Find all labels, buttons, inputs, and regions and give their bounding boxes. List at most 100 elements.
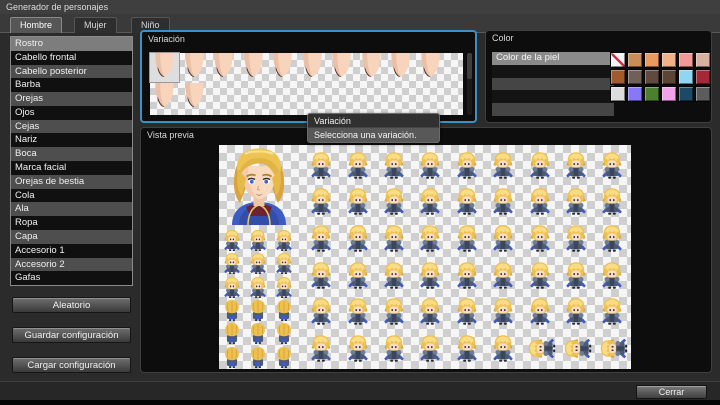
swatch-taupe[interactable]	[627, 69, 643, 85]
battler-sprite	[521, 184, 557, 221]
category-item[interactable]: Cabello frontal	[11, 50, 132, 65]
variation-thumb[interactable]	[180, 83, 209, 112]
category-item[interactable]: Cabello posterior	[11, 64, 132, 79]
battler-sprite	[449, 184, 485, 221]
battler-sprite	[303, 330, 339, 367]
category-item[interactable]: Accesorio 1	[11, 243, 132, 258]
tab-hombre[interactable]: Hombre	[10, 17, 63, 33]
swatch-umber[interactable]	[661, 69, 677, 85]
walk-sprite	[245, 345, 271, 368]
category-item[interactable]: Cola	[11, 188, 132, 203]
swatch-pink-lavender[interactable]	[661, 86, 677, 102]
variation-thumb[interactable]	[416, 53, 445, 82]
variation-thumb[interactable]	[209, 53, 238, 82]
battler-sprite	[412, 220, 448, 257]
variation-thumb[interactable]	[150, 83, 179, 112]
battler-sprite	[449, 147, 485, 184]
load-config-button[interactable]: Cargar configuración	[12, 357, 131, 373]
battler-sprite	[594, 257, 630, 294]
walk-sprite	[271, 252, 297, 275]
battler-sprite	[412, 184, 448, 221]
variation-thumb[interactable]	[327, 53, 356, 82]
variation-thumb[interactable]	[239, 53, 268, 82]
category-item[interactable]: Marca facial	[11, 161, 132, 175]
swatch-gray[interactable]	[695, 86, 711, 102]
battler-sprite	[303, 293, 339, 330]
color-option[interactable]	[492, 90, 614, 104]
swatch-brown[interactable]	[610, 69, 626, 85]
swatch-silver[interactable]	[610, 86, 626, 102]
category-item[interactable]: Orejas de bestia	[11, 174, 132, 189]
swatch-dark-teal[interactable]	[678, 86, 694, 102]
walk-sprite	[245, 252, 271, 275]
swatch-skin-pink[interactable]	[678, 52, 694, 68]
scrollbar-thumb[interactable]	[467, 53, 472, 79]
close-button[interactable]: Cerrar	[636, 385, 707, 399]
color-option[interactable]	[492, 103, 614, 116]
category-item[interactable]: Capa	[11, 229, 132, 244]
battler-sprite	[412, 147, 448, 184]
variation-thumb[interactable]	[298, 53, 327, 82]
dialog-footer: Cerrar	[0, 381, 720, 400]
variation-thumb[interactable]	[357, 53, 386, 82]
tab-mujer[interactable]: Mujer	[74, 17, 117, 33]
color-option[interactable]	[492, 64, 614, 78]
category-list[interactable]: Rostro Cabello frontal Cabello posterior Ba…	[10, 36, 133, 286]
battler-sprite	[339, 257, 375, 294]
battler-sprite	[521, 220, 557, 257]
category-item[interactable]: Accesorio 2	[11, 257, 132, 272]
battler-sprite	[558, 220, 594, 257]
variation-thumb[interactable]	[268, 53, 297, 82]
color-option[interactable]: Color de la piel	[492, 52, 614, 65]
variation-thumb[interactable]	[149, 52, 180, 83]
battler-sprite	[594, 184, 630, 221]
swatch-light-cyan[interactable]	[678, 69, 694, 85]
random-button[interactable]: Aleatorio	[12, 297, 131, 313]
category-item[interactable]: Boca	[11, 147, 132, 162]
battler-sprite	[521, 293, 557, 330]
category-item[interactable]: Ropa	[11, 216, 132, 230]
swatch-green[interactable]	[644, 86, 660, 102]
category-item[interactable]: Ojos	[11, 105, 132, 120]
save-config-button[interactable]: Guardar configuración	[12, 327, 131, 343]
preview-panel: Vista previa	[140, 127, 712, 373]
face-preview	[219, 145, 299, 225]
swatch-dark-brown[interactable]	[644, 69, 660, 85]
generator-dialog: Hombre Mujer Niño Rostro Cabello frontal Cab…	[0, 14, 720, 400]
swatch-skin-tan[interactable]	[627, 52, 643, 68]
swatch-skin-peach[interactable]	[661, 52, 677, 68]
battler-sprite	[485, 330, 521, 367]
walk-sprite	[219, 252, 245, 275]
variation-thumbnails[interactable]	[149, 52, 463, 115]
window-titlebar[interactable]: Generador de personajes	[0, 0, 720, 14]
category-item[interactable]: Barba	[11, 78, 132, 93]
walk-sprite-grid	[219, 229, 297, 369]
swatch-skin-beige[interactable]	[695, 52, 711, 68]
category-item[interactable]: Orejas	[11, 92, 132, 106]
category-item[interactable]: Cejas	[11, 119, 132, 134]
color-option-list[interactable]: Color de la piel	[492, 52, 614, 116]
category-item[interactable]: Ala	[11, 202, 132, 217]
variation-thumb[interactable]	[180, 53, 209, 82]
swatch-violet[interactable]	[627, 86, 643, 102]
battler-sprite	[485, 257, 521, 294]
category-item[interactable]: Gafas	[11, 271, 132, 286]
walk-sprite	[245, 299, 271, 322]
battler-sprite	[558, 293, 594, 330]
battler-sprite	[303, 147, 339, 184]
variation-scrollbar[interactable]	[467, 53, 472, 115]
swatch-crimson[interactable]	[695, 69, 711, 85]
battler-sprite	[449, 220, 485, 257]
preview-panel-title: Vista previa	[147, 130, 194, 140]
swatch-skin-orange[interactable]	[644, 52, 660, 68]
battler-sprite	[303, 257, 339, 294]
preview-area	[219, 145, 631, 369]
swatch-none[interactable]	[610, 52, 626, 68]
battler-sprite	[449, 257, 485, 294]
battler-sprite	[558, 330, 594, 367]
battler-sprite	[303, 184, 339, 221]
category-item[interactable]: Rostro	[11, 37, 132, 51]
color-option[interactable]	[492, 77, 614, 91]
variation-thumb[interactable]	[386, 53, 415, 82]
category-item[interactable]: Nariz	[11, 133, 132, 148]
